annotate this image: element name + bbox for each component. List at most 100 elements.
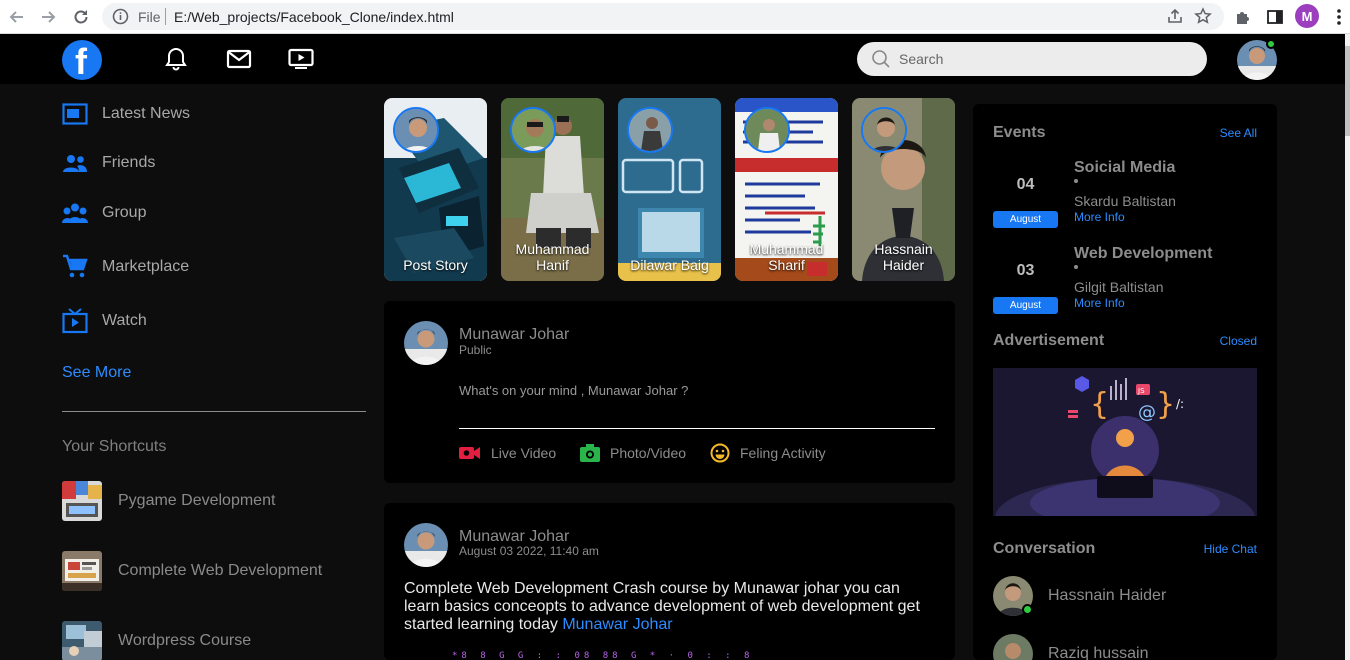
svg-text:@: @	[1138, 402, 1156, 423]
svg-text:}: }	[1156, 387, 1175, 422]
post-timestamp: August 03 2022, 11:40 am	[459, 544, 599, 558]
story-avatar	[627, 107, 673, 153]
puzzle-icon	[1237, 12, 1249, 24]
event-bullet	[1074, 265, 1078, 269]
bell-icon[interactable]	[163, 46, 189, 72]
online-status-dot	[1022, 604, 1033, 615]
left-sidebar: Latest News Friends Group Marketplace Wa…	[0, 84, 380, 660]
sidebar-item-watch[interactable]: Watch	[62, 306, 147, 336]
right-sidebar: Events See All 04 August Soicial Media S…	[973, 104, 1277, 660]
sidebar-item-label: Group	[102, 204, 147, 221]
story-card-dilawar-baig[interactable]: Dilawar Baig	[618, 98, 721, 281]
story-card-post-story[interactable]: Post Story	[384, 98, 487, 281]
live-video-button[interactable]: Live Video	[459, 442, 556, 464]
story-name: Dilawar Baig	[630, 257, 709, 273]
sidebar-item-marketplace[interactable]: Marketplace	[62, 252, 189, 282]
sidebar-item-latest-news[interactable]: Latest News	[62, 99, 190, 129]
mail-icon[interactable]	[226, 46, 252, 72]
side-panel-button[interactable]	[1263, 5, 1287, 29]
shortcuts-heading: Your Shortcuts	[62, 438, 167, 455]
event-location: Skardu Baltistan	[1074, 193, 1176, 209]
browser-profile-avatar[interactable]: M	[1295, 4, 1319, 28]
event-day: 04	[993, 159, 1058, 211]
story-card-muhammad-hanif[interactable]: Muhammad Hanif	[501, 98, 604, 281]
top-navigation: f	[0, 34, 1345, 84]
composer-visibility[interactable]: Public	[459, 343, 492, 357]
url-separator	[165, 8, 166, 25]
browser-menu-button[interactable]	[1327, 5, 1350, 29]
see-all-link[interactable]: See All	[1220, 126, 1257, 140]
more-info-link[interactable]: More Info	[1074, 296, 1125, 310]
composer-user-name: Munawar Johar	[459, 326, 570, 343]
story-card-hassnain-haider[interactable]: Hassnain Haider	[852, 98, 955, 281]
close-ad-link[interactable]: Closed	[1220, 334, 1257, 348]
back-arrow-icon	[9, 11, 23, 23]
sidebar-item-group[interactable]: Group	[62, 198, 146, 228]
forward-button[interactable]	[36, 5, 60, 29]
composer-avatar[interactable]	[404, 321, 448, 365]
facebook-logo[interactable]: f	[62, 40, 102, 82]
hide-chat-link[interactable]: Hide Chat	[1204, 542, 1257, 556]
address-bar[interactable]: File E:/Web_projects/Facebook_Clone/inde…	[102, 3, 1224, 30]
post-composer: Munawar Johar Public What's on your mind…	[384, 301, 955, 483]
contact-name: Hassnain Haider	[1048, 587, 1167, 604]
conversation-item[interactable]: Raziq hussain	[993, 634, 1257, 660]
event-item[interactable]: 03 August Web Development Gilgit Baltist…	[993, 245, 1257, 315]
sidebar-item-label: Friends	[102, 154, 156, 171]
event-month: August	[993, 211, 1058, 228]
story-name: Post Story	[403, 257, 468, 273]
extensions-button[interactable]	[1231, 5, 1255, 29]
browser-toolbar: File E:/Web_projects/Facebook_Clone/inde…	[0, 0, 1350, 34]
svg-text:/:: /:	[1176, 397, 1184, 411]
camera-icon	[580, 444, 600, 462]
shortcut-label: Wordpress Course	[118, 632, 252, 649]
reload-icon	[74, 10, 88, 24]
scrollbar-thumb[interactable]	[1345, 46, 1350, 136]
news-icon	[62, 101, 88, 127]
event-item[interactable]: 04 August Soicial Media Skardu Baltistan…	[993, 159, 1257, 229]
online-status-dot	[1266, 39, 1276, 49]
group-icon	[62, 200, 88, 226]
search-icon	[872, 50, 890, 68]
cart-icon	[62, 254, 88, 280]
composer-input[interactable]: What's on your mind , Munawar Johar ?	[459, 383, 688, 398]
facebook-logo-letter: f	[75, 41, 87, 82]
sidebar-item-friends[interactable]: Friends	[62, 148, 155, 178]
sidebar-item-label: Latest News	[102, 105, 191, 122]
page-scrollbar[interactable]	[1345, 34, 1350, 660]
share-icon[interactable]	[1166, 7, 1184, 25]
search-bar[interactable]	[857, 42, 1207, 76]
post-author-link[interactable]: Munawar Johar	[562, 616, 672, 633]
bookmark-star-icon[interactable]	[1194, 7, 1212, 25]
sidebar-item-label: Watch	[102, 312, 147, 329]
event-title: Soicial Media	[1074, 159, 1176, 176]
pygame-thumbnail	[62, 481, 102, 521]
side-panel-icon	[1267, 10, 1283, 24]
see-more-link[interactable]: See More	[62, 364, 131, 382]
feeling-activity-button[interactable]: Feling Activity	[710, 442, 826, 464]
advertisement-heading: Advertisement	[993, 332, 1105, 349]
post-author-avatar[interactable]	[404, 523, 448, 567]
event-month: August	[993, 297, 1058, 314]
video-icon[interactable]	[288, 46, 314, 72]
action-label: Live Video	[491, 445, 557, 461]
story-name: Muhammad Hanif	[515, 241, 590, 273]
advertisement-image[interactable]: { } @ /: JS	[993, 368, 1257, 516]
photo-video-button[interactable]: Photo/Video	[580, 442, 686, 464]
web-development-thumbnail	[62, 551, 102, 591]
story-card-muhammad-sharif[interactable]: Muhammad Sharif	[735, 98, 838, 281]
back-button[interactable]	[5, 5, 29, 29]
search-input[interactable]	[899, 48, 1189, 70]
url-text[interactable]: E:/Web_projects/Facebook_Clone/index.htm…	[174, 9, 454, 25]
story-avatar	[393, 107, 439, 153]
reload-button[interactable]	[69, 5, 93, 29]
coder-illustration-icon: { } @ /: JS	[993, 368, 1257, 516]
more-info-link[interactable]: More Info	[1074, 210, 1125, 224]
profile-avatar[interactable]	[1237, 39, 1277, 80]
info-icon[interactable]	[112, 8, 129, 25]
event-title: Web Development	[1074, 245, 1213, 262]
url-scheme: File	[138, 9, 161, 25]
contact-avatar	[993, 634, 1033, 660]
conversation-item[interactable]: Hassnain Haider	[993, 576, 1257, 618]
svg-text:{: {	[1090, 387, 1109, 422]
